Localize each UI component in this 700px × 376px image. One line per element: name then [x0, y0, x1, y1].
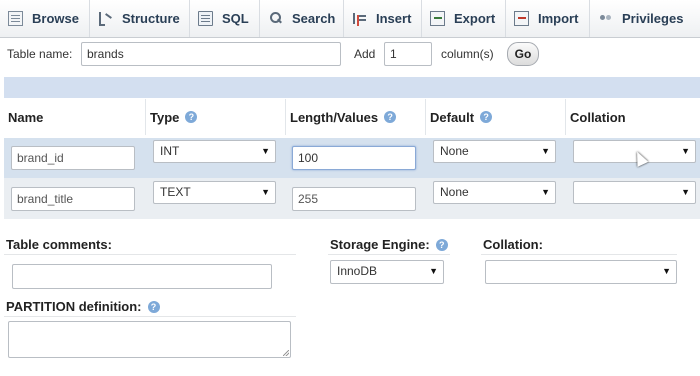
default-select[interactable]: None ▼: [433, 181, 556, 204]
insert-icon: [352, 11, 367, 26]
header-label: Length/Values: [290, 109, 379, 125]
tab-bar: Browse Structure SQL Search Insert Expor…: [0, 0, 700, 38]
tab-label: Insert: [376, 11, 412, 26]
tab-insert[interactable]: Insert: [344, 0, 422, 37]
dropdown-arrow-icon: ▼: [261, 187, 270, 197]
columns-label: column(s): [441, 47, 494, 61]
header-label: Collation: [570, 109, 626, 125]
dropdown-arrow-icon: ▼: [681, 187, 690, 197]
tab-structure[interactable]: Structure: [90, 0, 190, 37]
tab-label: Browse: [32, 11, 79, 26]
privileges-icon: [598, 11, 613, 26]
dropdown-arrow-icon: ▼: [662, 266, 671, 276]
tab-label: Import: [538, 11, 579, 26]
help-icon[interactable]: ?: [185, 111, 198, 123]
select-value: INT: [160, 144, 180, 158]
storage-engine-select[interactable]: InnoDB ▼: [330, 260, 444, 284]
help-icon[interactable]: ?: [147, 300, 160, 313]
tab-browse[interactable]: Browse: [0, 0, 90, 37]
length-input[interactable]: 255: [292, 187, 416, 211]
select-value: None: [440, 185, 469, 199]
header-label: Name: [8, 109, 44, 125]
tab-label: Structure: [122, 11, 180, 26]
type-select[interactable]: INT ▼: [153, 140, 276, 163]
search-icon: [268, 11, 283, 26]
collation-label: Collation:: [483, 237, 543, 252]
resize-grip-icon[interactable]: [283, 350, 289, 356]
select-value: TEXT: [160, 185, 191, 199]
table-name-input[interactable]: brands: [81, 42, 341, 66]
help-icon[interactable]: ?: [435, 238, 448, 251]
import-icon: [514, 11, 529, 26]
column-header-length: Length/Values ?: [286, 99, 426, 135]
help-icon[interactable]: ?: [480, 111, 493, 123]
collation-header: Collation:: [481, 235, 677, 255]
add-label: Add: [354, 47, 376, 61]
add-columns-input[interactable]: 1: [384, 42, 432, 66]
storage-engine-header: Storage Engine: ?: [328, 235, 450, 255]
go-button[interactable]: Go: [507, 42, 539, 66]
help-icon[interactable]: ?: [384, 111, 397, 123]
type-select[interactable]: TEXT ▼: [153, 181, 276, 204]
browse-icon: [8, 11, 23, 26]
tab-import[interactable]: Import: [506, 0, 590, 37]
sql-icon: [198, 11, 213, 26]
dropdown-arrow-icon: ▼: [541, 187, 550, 197]
tab-label: Privileges: [622, 11, 684, 26]
table-comments-input[interactable]: [12, 264, 272, 289]
partition-label: PARTITION definition:: [6, 299, 142, 314]
tab-export[interactable]: Export: [422, 0, 506, 37]
default-select[interactable]: None ▼: [433, 140, 556, 163]
storage-engine-label: Storage Engine:: [330, 237, 430, 252]
column-header-collation: Collation: [566, 99, 700, 135]
column-name-input[interactable]: brand_title: [11, 187, 135, 211]
table-collation-select[interactable]: ▼: [485, 260, 677, 284]
table-name-label: Table name:: [7, 47, 73, 61]
table-comments-header: Table comments:: [4, 235, 296, 255]
column-header-default: Default ?: [426, 99, 566, 135]
tab-label: Search: [292, 11, 336, 26]
dropdown-arrow-icon: ▼: [681, 146, 690, 156]
table-comments-label: Table comments:: [6, 237, 112, 252]
dropdown-arrow-icon: ▼: [261, 146, 270, 156]
header-label: Type: [150, 109, 180, 125]
export-icon: [430, 11, 445, 26]
structure-icon: [98, 11, 113, 26]
tab-sql[interactable]: SQL: [190, 0, 260, 37]
column-header-type: Type ?: [146, 99, 286, 135]
column-header-name: Name: [4, 99, 146, 135]
dropdown-arrow-icon: ▼: [429, 266, 438, 276]
select-value: InnoDB: [337, 264, 378, 278]
partition-textarea[interactable]: [8, 321, 291, 358]
tab-privileges[interactable]: Privileges: [590, 0, 700, 37]
column-name-input[interactable]: brand_id: [11, 146, 135, 170]
table-header-bar: [4, 77, 700, 98]
select-value: None: [440, 144, 469, 158]
length-input[interactable]: 100: [292, 146, 416, 170]
partition-header: PARTITION definition: ?: [4, 297, 296, 317]
collation-select[interactable]: ▼: [573, 181, 696, 204]
tab-label: SQL: [222, 11, 249, 26]
header-label: Default: [430, 109, 475, 125]
tab-search[interactable]: Search: [260, 0, 344, 37]
dropdown-arrow-icon: ▼: [541, 146, 550, 156]
tab-label: Export: [454, 11, 496, 26]
